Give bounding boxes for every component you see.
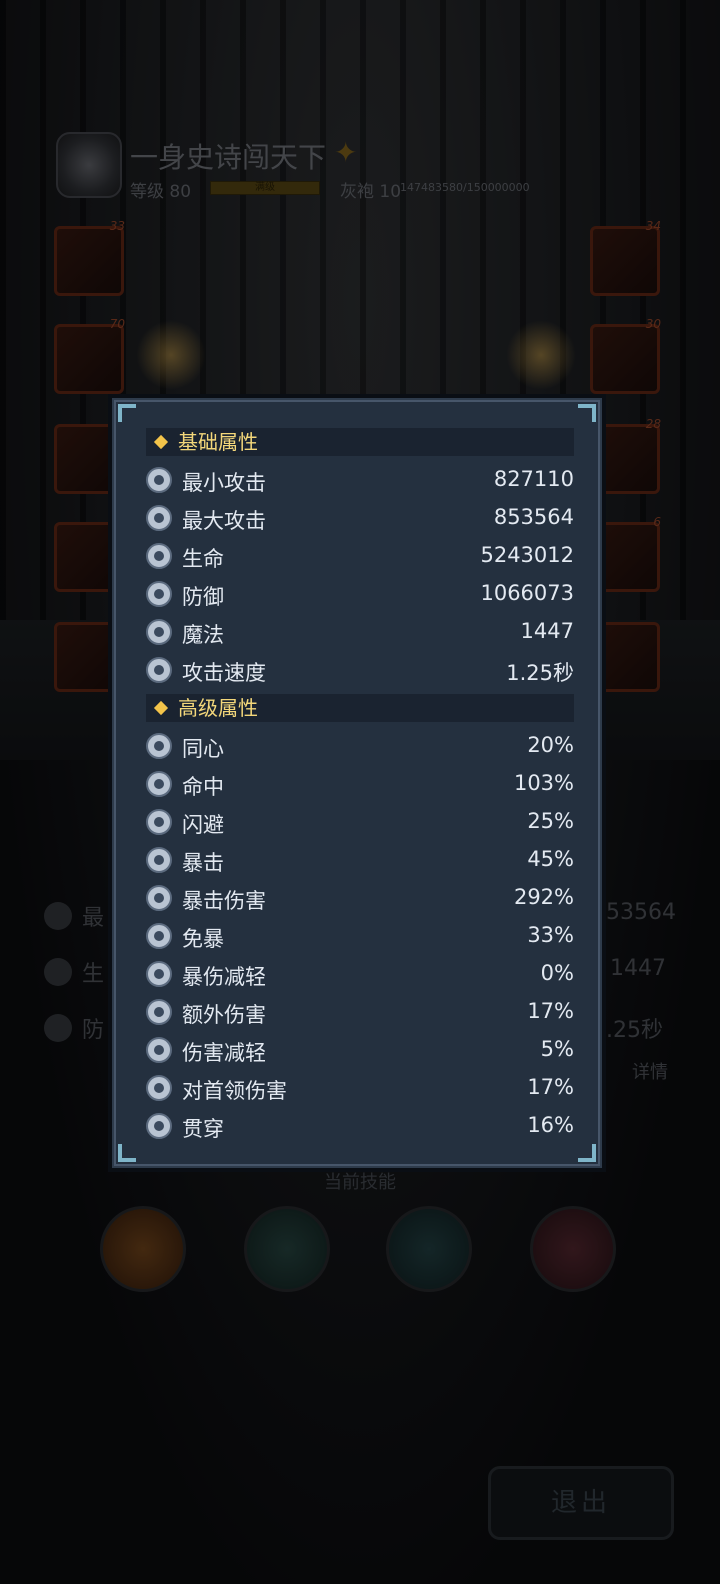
attribute-value: 853564: [493, 505, 574, 529]
attribute-value: 33%: [527, 923, 574, 947]
attribute-label: 同心: [182, 737, 224, 761]
attribute-value: 20%: [527, 733, 574, 757]
attribute-row: 贯穿 16%: [146, 1108, 574, 1146]
attribute-label: 防御: [182, 585, 224, 609]
shield-icon: [146, 581, 172, 607]
attribute-row: 额外伤害 17%: [146, 994, 574, 1032]
attribute-row: 对首领伤害 17%: [146, 1070, 574, 1108]
attribute-row: 闪避 25%: [146, 804, 574, 842]
attribute-row: 同心 20%: [146, 728, 574, 766]
attribute-value: 292%: [513, 885, 574, 909]
attribute-label: 生命: [182, 547, 224, 571]
section-title: 高级属性: [178, 696, 258, 720]
speed-icon: [146, 657, 172, 683]
attribute-value: 16%: [527, 1113, 574, 1137]
advanced-attributes-header: 高级属性: [146, 694, 574, 722]
attribute-value: 5243012: [480, 543, 574, 567]
crit-icon: [146, 847, 172, 873]
crit-reduce-icon: [146, 961, 172, 987]
attribute-label: 魔法: [182, 623, 224, 647]
attribute-value: 1066073: [480, 581, 574, 605]
sword-icon: [146, 467, 172, 493]
diamond-icon: [153, 700, 169, 716]
attribute-row: 魔法 1447: [146, 614, 574, 652]
attribute-panel: 基础属性 最小攻击 827110 最大攻击 853564 生命 5243012 防御 1066…: [108, 394, 606, 1172]
pierce-icon: [146, 1113, 172, 1139]
attribute-label: 最小攻击: [182, 471, 266, 495]
diamond-icon: [153, 434, 169, 450]
attribute-row: 最大攻击 853564: [146, 500, 574, 538]
attribute-value: 25%: [527, 809, 574, 833]
attribute-row: 命中 103%: [146, 766, 574, 804]
attribute-value: 0%: [540, 961, 574, 985]
attribute-value: 17%: [527, 1075, 574, 1099]
attribute-row: 攻击速度 1.25秒: [146, 652, 574, 690]
boss-icon: [146, 1075, 172, 1101]
attribute-value: 1447: [520, 619, 574, 643]
panel-corner: [118, 1144, 136, 1162]
extra-damage-icon: [146, 999, 172, 1025]
dodge-icon: [146, 809, 172, 835]
attribute-row: 伤害减轻 5%: [146, 1032, 574, 1070]
target-icon: [146, 771, 172, 797]
attribute-label: 免暴: [182, 927, 224, 951]
attribute-value: 45%: [527, 847, 574, 871]
attribute-label: 贯穿: [182, 1117, 224, 1141]
attribute-label: 命中: [182, 775, 224, 799]
attribute-label: 暴击: [182, 851, 224, 875]
basic-attributes-header: 基础属性: [146, 428, 574, 456]
damage-reduce-icon: [146, 1037, 172, 1063]
heart-icon: [146, 543, 172, 569]
panel-corner: [578, 404, 596, 422]
attribute-row: 最小攻击 827110: [146, 462, 574, 500]
attribute-row: 生命 5243012: [146, 538, 574, 576]
attribute-label: 额外伤害: [182, 1003, 266, 1027]
attribute-label: 暴伤减轻: [182, 965, 266, 989]
scroll-icon: [146, 733, 172, 759]
attribute-label: 对首领伤害: [182, 1079, 287, 1103]
section-title: 基础属性: [178, 430, 258, 454]
attribute-label: 暴击伤害: [182, 889, 266, 913]
attribute-value: 17%: [527, 999, 574, 1023]
crit-damage-icon: [146, 885, 172, 911]
sword-icon: [146, 505, 172, 531]
attribute-value: 1.25秒: [506, 661, 574, 685]
attribute-row: 暴击伤害 292%: [146, 880, 574, 918]
attribute-value: 5%: [540, 1037, 574, 1061]
attribute-value: 103%: [513, 771, 574, 795]
attribute-row: 免暴 33%: [146, 918, 574, 956]
attribute-label: 闪避: [182, 813, 224, 837]
attribute-label: 攻击速度: [182, 661, 266, 685]
attribute-row: 防御 1066073: [146, 576, 574, 614]
magic-icon: [146, 619, 172, 645]
crit-immune-icon: [146, 923, 172, 949]
attribute-label: 最大攻击: [182, 509, 266, 533]
attribute-row: 暴伤减轻 0%: [146, 956, 574, 994]
attribute-value: 827110: [493, 467, 574, 491]
panel-corner: [578, 1144, 596, 1162]
attribute-row: 暴击 45%: [146, 842, 574, 880]
attribute-label: 伤害减轻: [182, 1041, 266, 1065]
panel-corner: [118, 404, 136, 422]
